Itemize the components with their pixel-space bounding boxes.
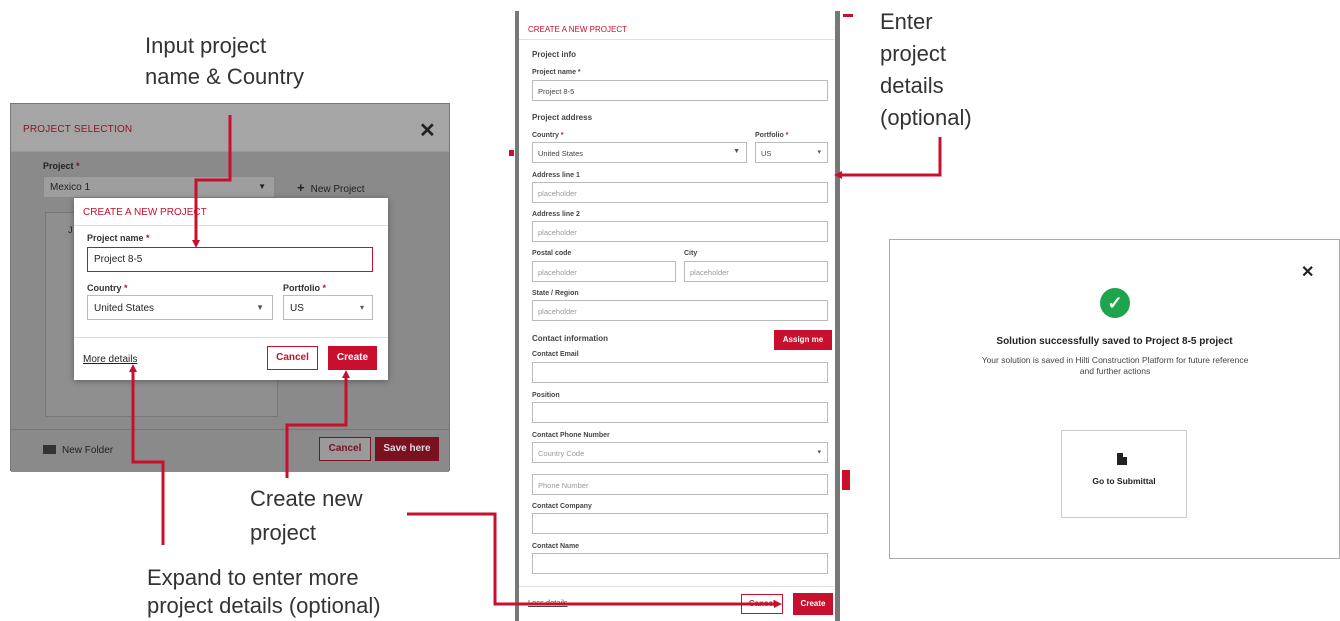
cancel-button[interactable]: Cancel (267, 346, 318, 370)
form-title: CREATE A NEW PROJECT (528, 25, 627, 34)
close-icon[interactable]: ✕ (1301, 262, 1314, 282)
document-icon (1117, 453, 1127, 465)
state-input[interactable]: placeholder (532, 300, 828, 321)
address2-label: Address line 2 (532, 211, 580, 218)
state-label: State / Region (532, 290, 579, 297)
create-button[interactable]: Create (328, 346, 377, 370)
success-dialog: ✕ ✓ Solution successfully saved to Proje… (889, 239, 1340, 559)
address2-input[interactable]: placeholder (532, 221, 828, 242)
annotation-enter-details-4: (optional) (880, 105, 972, 130)
country-select[interactable]: United States ▼ (532, 142, 747, 163)
cancel-button[interactable]: Cancel (319, 437, 371, 461)
postal-code-input[interactable]: placeholder (532, 261, 676, 282)
annotation-create-new-1: Create new (250, 486, 363, 511)
city-input[interactable]: placeholder (684, 261, 828, 282)
success-message: Your solution is saved in Hilti Construc… (981, 355, 1249, 376)
chevron-down-icon: ▼ (733, 148, 740, 155)
dialog-title: PROJECT SELECTION (23, 124, 133, 135)
chevron-down-icon: ▼ (258, 182, 266, 191)
project-name-label: Project name * (87, 233, 150, 243)
contact-email-label: Contact Email (532, 351, 579, 358)
more-details-link[interactable]: More details (83, 354, 137, 365)
form-body: CREATE A NEW PROJECT Project info Projec… (519, 11, 835, 621)
annotation-expand-1: Expand to enter more (147, 565, 359, 590)
create-button[interactable]: Create (793, 593, 833, 615)
annotation-expand-2: project details (optional) (147, 593, 381, 618)
city-label: City (684, 250, 698, 257)
chevron-down-icon: ▾ (359, 303, 364, 312)
portfolio-label: Portfolio * (283, 283, 327, 293)
postal-code-label: Postal code (532, 250, 572, 257)
address1-label: Address line 1 (532, 172, 580, 179)
project-info-heading: Project info (532, 50, 577, 59)
divider (519, 39, 835, 40)
project-name-label: Project name * (532, 69, 581, 76)
dialog-header: PROJECT SELECTION ✕ (11, 104, 449, 152)
go-to-submittal-label: Go to Submittal (1092, 476, 1156, 486)
phone-label: Contact Phone Number (532, 432, 610, 439)
project-label: Project * (43, 161, 80, 171)
success-heading: Solution successfully saved to Project 8… (996, 336, 1233, 347)
portfolio-label: Portfolio * (755, 132, 789, 139)
divider (74, 337, 388, 338)
project-select[interactable]: Mexico 1 ▼ (43, 176, 275, 198)
project-name-input[interactable]: Project 8-5 (532, 80, 828, 101)
annotation-input-name-1: Input project (145, 33, 267, 58)
phone-number-input[interactable]: Phone Number (532, 474, 828, 495)
folder-icon (43, 445, 56, 454)
create-project-full-form: CREATE A NEW PROJECT Project info Projec… (515, 11, 840, 621)
background-fragment (509, 150, 514, 156)
go-to-submittal-button[interactable]: Go to Submittal (1061, 430, 1187, 518)
divider (74, 225, 388, 226)
contact-name-input[interactable] (532, 553, 828, 574)
modal-title: CREATE A NEW PROJECT (83, 207, 207, 218)
project-address-heading: Project address (532, 113, 593, 122)
close-icon[interactable]: ✕ (419, 118, 436, 143)
contact-name-label: Contact Name (532, 543, 580, 550)
new-folder-button[interactable]: New Folder (43, 445, 113, 456)
position-label: Position (532, 392, 560, 399)
check-circle-icon: ✓ (1100, 288, 1130, 318)
country-select[interactable]: United States ▼ (87, 295, 273, 320)
country-label: Country * (87, 283, 128, 293)
assign-me-button[interactable]: Assign me (774, 330, 832, 350)
background-fragment (843, 14, 853, 17)
annotation-create-new-2: project (250, 520, 317, 545)
new-project-button[interactable]: + New Project (297, 180, 365, 195)
annotation-enter-details-2: project (880, 41, 947, 66)
plus-icon: + (297, 180, 305, 195)
contact-company-input[interactable] (532, 513, 828, 534)
cancel-button[interactable]: Cancel (741, 594, 783, 614)
portfolio-select[interactable]: US ▾ (755, 142, 828, 163)
chevron-down-icon: ▼ (256, 303, 264, 312)
save-here-button[interactable]: Save here (375, 437, 439, 461)
chevron-down-icon: ▾ (817, 449, 821, 456)
divider (519, 586, 835, 587)
contact-info-heading: Contact information (532, 334, 608, 343)
position-input[interactable] (532, 402, 828, 423)
less-details-link[interactable]: Less details (528, 598, 568, 607)
portfolio-select[interactable]: US ▾ (283, 295, 373, 320)
address1-input[interactable]: placeholder (532, 182, 828, 203)
annotation-enter-details-1: Enter (880, 9, 933, 34)
annotation-enter-details-3: details (880, 73, 944, 98)
contact-company-label: Contact Company (532, 503, 592, 510)
contact-email-input[interactable] (532, 362, 828, 383)
annotation-input-name-2: name & Country (145, 64, 304, 89)
background-fragment (842, 470, 850, 490)
tree-item[interactable]: J (68, 225, 73, 235)
project-name-input[interactable]: Project 8-5 (87, 247, 373, 272)
create-project-modal: CREATE A NEW PROJECT Project name * Proj… (74, 198, 388, 380)
country-code-select[interactable]: Country Code ▾ (532, 442, 828, 463)
country-label: Country * (532, 132, 564, 139)
chevron-down-icon: ▾ (817, 149, 821, 156)
arrow-enter-details (834, 137, 942, 179)
